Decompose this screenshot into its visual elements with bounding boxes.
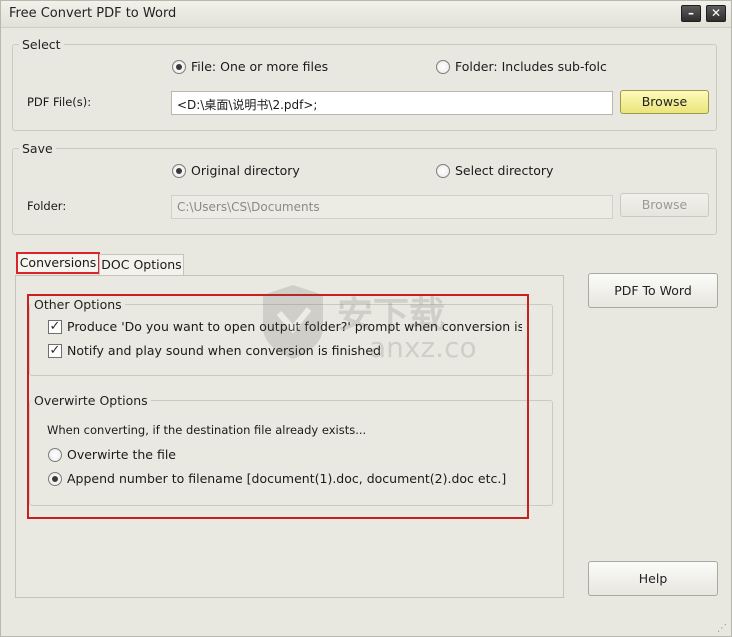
tab-conversions[interactable]: Conversions (16, 252, 100, 274)
save-group (12, 148, 717, 235)
tab-doc-options[interactable]: DOC Options (99, 254, 184, 275)
watermark-main-text: 安下载 (337, 295, 445, 336)
folder-radio[interactable] (436, 60, 450, 74)
browse-folder-button[interactable]: Browse (620, 193, 709, 217)
help-button[interactable]: Help (588, 561, 718, 596)
pdf-files-label: PDF File(s): (27, 95, 92, 109)
select-directory-label[interactable]: Select directory (455, 163, 553, 178)
app-window: Free Convert PDF to Word – ✕ Select File… (0, 0, 732, 637)
watermark-sub-text: anxz.com (369, 331, 479, 363)
resize-grip-icon[interactable]: ⋰ (717, 623, 727, 634)
select-group (12, 44, 717, 131)
folder-radio-label[interactable]: Folder: Includes sub-folc (455, 59, 607, 74)
save-group-legend: Save (19, 141, 56, 156)
minimize-icon: – (688, 6, 694, 20)
browse-pdf-button[interactable]: Browse (620, 90, 709, 114)
original-directory-radio[interactable] (172, 164, 186, 178)
pdf-to-word-button[interactable]: PDF To Word (588, 273, 718, 308)
close-icon: ✕ (710, 6, 722, 20)
window-title: Free Convert PDF to Word (9, 6, 177, 21)
select-group-legend: Select (19, 37, 64, 52)
watermark-logo: 安下载 anxz.com (263, 285, 479, 363)
pdf-files-input[interactable]: <D:\桌面\说明书\2.pdf>; (171, 91, 613, 115)
file-radio-label[interactable]: File: One or more files (191, 59, 328, 74)
title-bar[interactable]: Free Convert PDF to Word – ✕ (1, 1, 731, 28)
file-radio[interactable] (172, 60, 186, 74)
folder-input[interactable]: C:\Users\CS\Documents (171, 195, 613, 219)
select-directory-radio[interactable] (436, 164, 450, 178)
minimize-button[interactable]: – (681, 5, 701, 22)
close-button[interactable]: ✕ (706, 5, 726, 22)
folder-label: Folder: (27, 199, 67, 213)
original-directory-label[interactable]: Original directory (191, 163, 300, 178)
